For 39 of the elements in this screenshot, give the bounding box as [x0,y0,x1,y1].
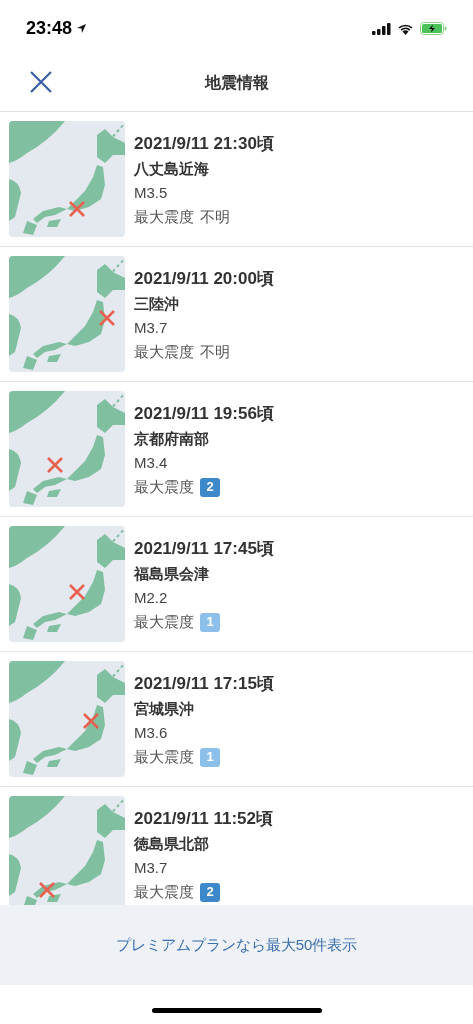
quake-place: 三陸沖 [134,294,180,314]
intensity-label: 最大震度 [134,342,194,362]
intensity-label: 最大震度 [134,747,194,767]
intensity-label: 最大震度 [134,882,194,902]
quake-magnitude: M3.4 [134,453,169,473]
quake-place: 福島県会津 [134,564,210,584]
intensity-badge: 1 [200,612,220,632]
signal-icon [372,22,391,35]
quake-time: 2021/9/11 17:15頃 [134,673,274,695]
quake-time: 2021/9/11 20:00頃 [134,268,274,290]
intensity-badge: 2 [200,882,220,902]
page-title: 地震情報 [204,73,269,93]
quake-place: 宮城県沖 [134,699,195,719]
quake-place: 徳島県北部 [134,834,210,854]
quake-time: 2021/9/11 11:52頃 [134,808,273,830]
location-arrow-icon [76,23,88,34]
quake-magnitude: M3.7 [134,318,169,338]
intensity-label: 最大震度 [134,207,194,227]
quake-magnitude: M2.2 [134,588,169,608]
quake-magnitude: M3.7 [134,858,169,878]
quake-magnitude: M3.5 [134,183,169,203]
quake-time: 2021/9/11 21:30頃 [134,133,274,155]
intensity-label: 最大震度 [134,612,194,632]
quake-magnitude: M3.6 [134,723,169,743]
intensity-label: 最大震度 [134,477,194,497]
quake-time: 2021/9/11 19:56頃 [134,403,274,425]
wifi-icon [397,22,414,35]
close-icon [29,70,53,94]
status-time: 23:48 [26,17,73,40]
intensity-badge: 1 [200,747,220,767]
battery-charging-icon [420,22,447,35]
intensity-value: 不明 [200,342,230,362]
intensity-badge: 2 [200,477,220,497]
premium-link[interactable]: プレミアムプランなら最大50件表示 [115,933,358,957]
close-button[interactable] [28,69,54,95]
quake-place: 八丈島近海 [134,159,210,179]
quake-time: 2021/9/11 17:45頃 [134,538,274,560]
quake-place: 京都府南部 [134,429,210,449]
intensity-value: 不明 [200,207,230,227]
